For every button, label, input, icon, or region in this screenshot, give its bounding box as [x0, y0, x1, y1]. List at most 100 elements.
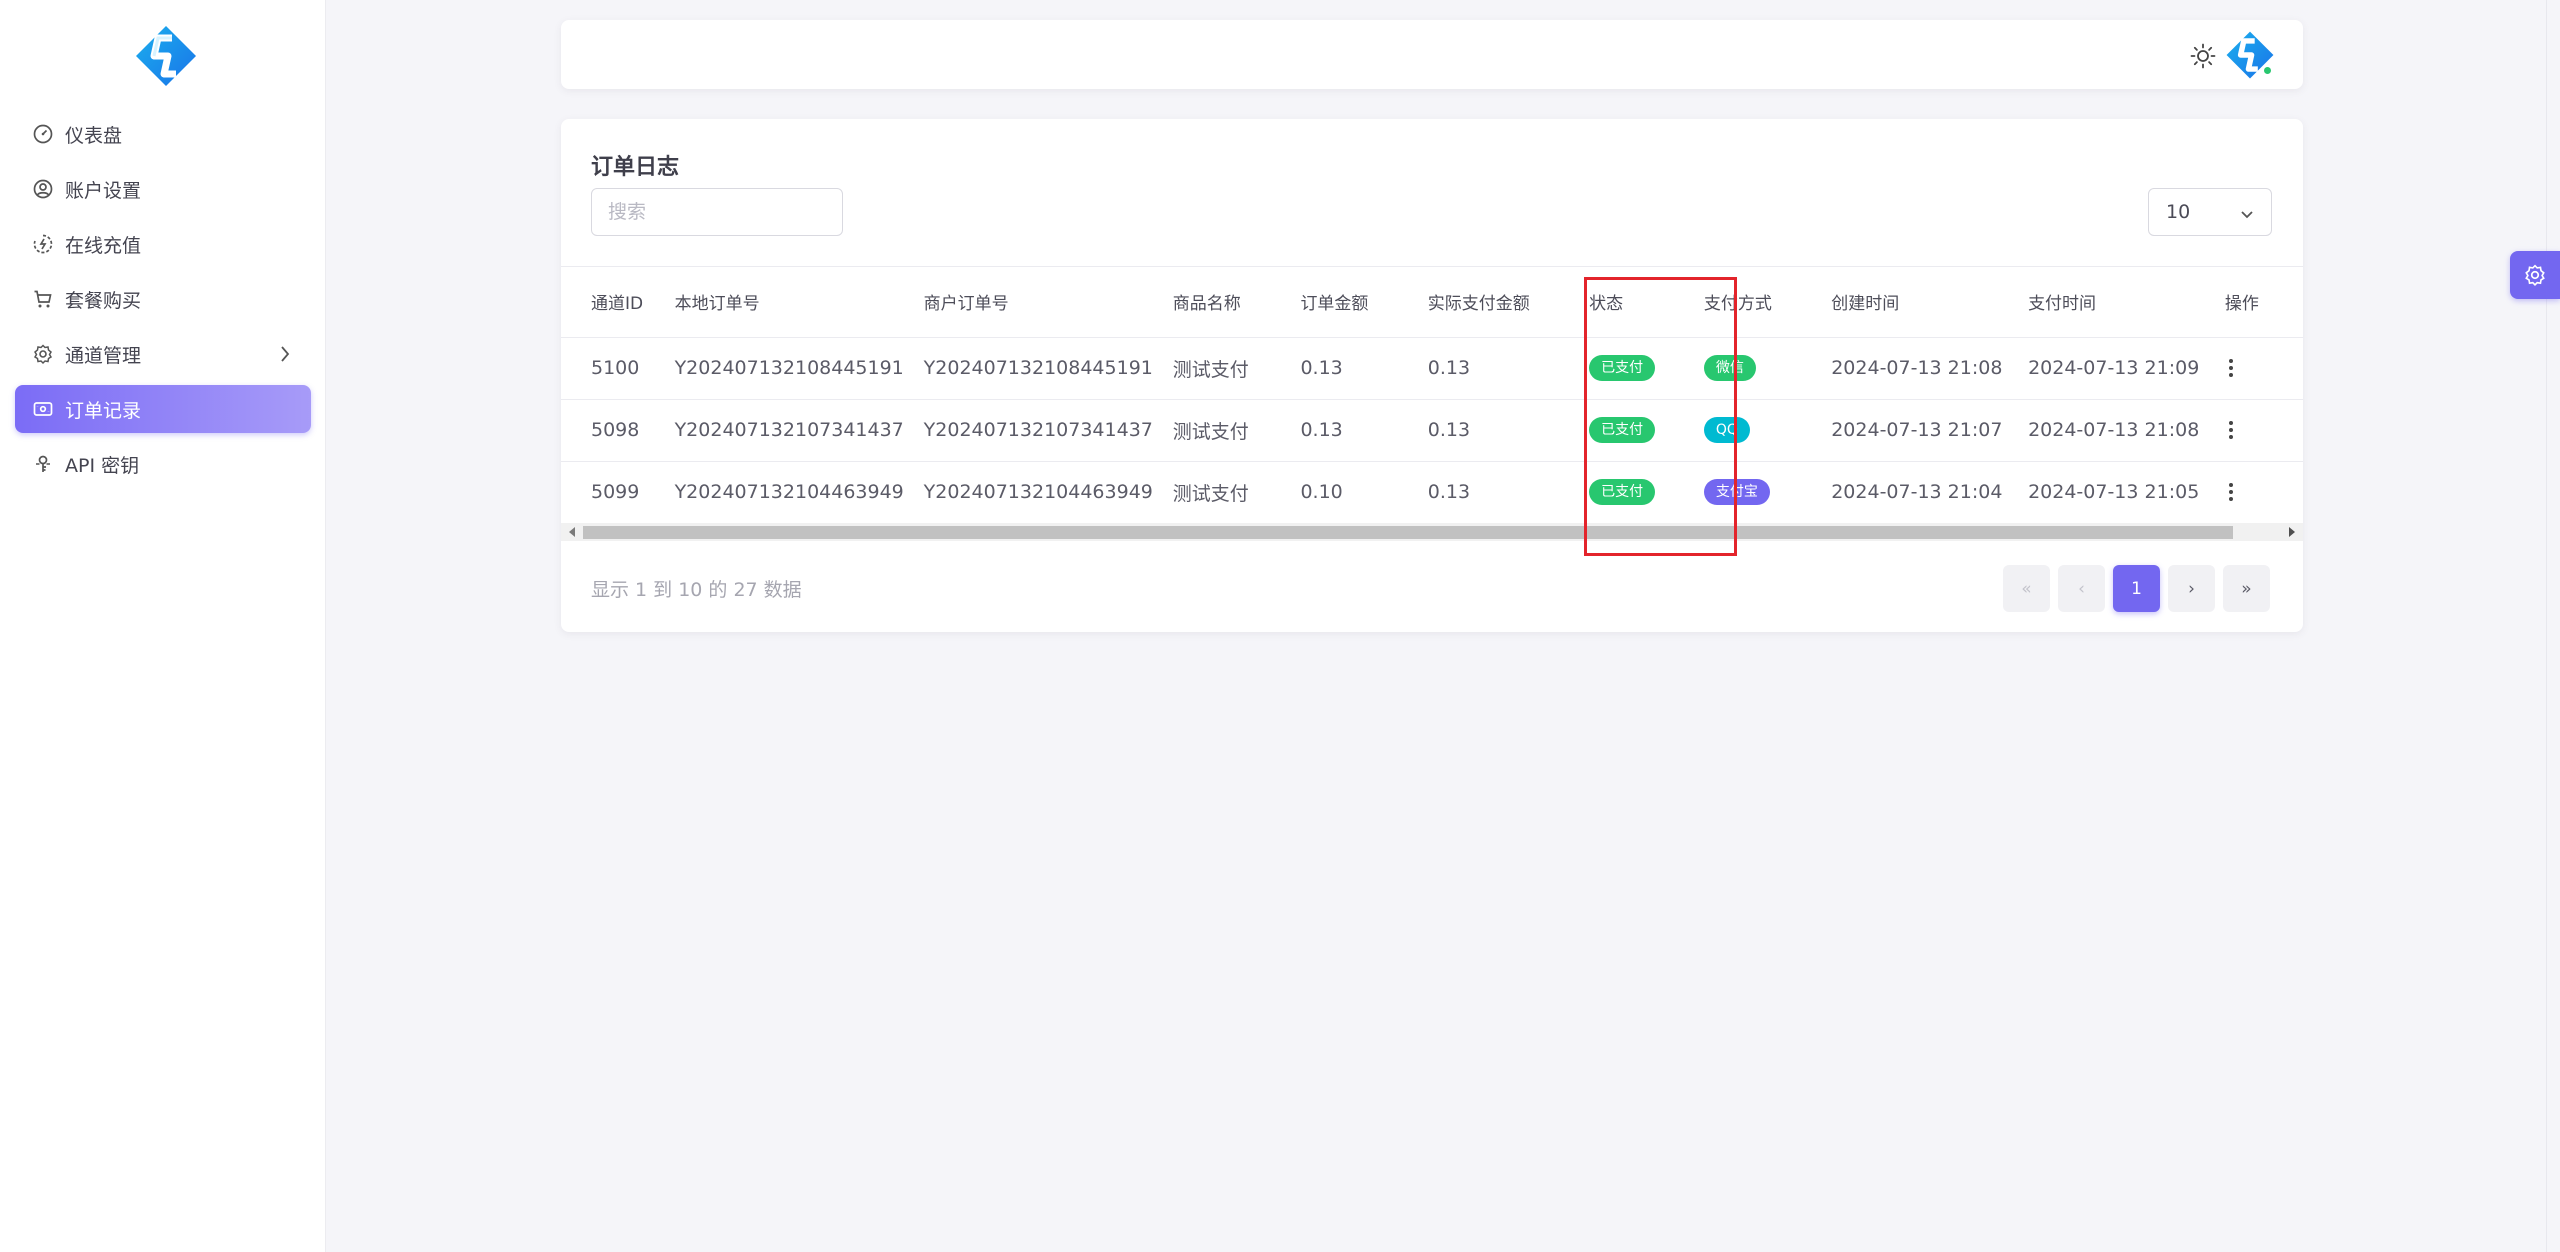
- payment-method-badge: QQ: [1703, 417, 1750, 443]
- theme-toggle-sun-icon[interactable]: [2189, 42, 2217, 70]
- customizer-settings-button[interactable]: [2510, 251, 2560, 299]
- table-row: 5099 Y202407132104463949 Y20240713210446…: [561, 461, 2303, 516]
- chevron-right-icon: [279, 344, 291, 369]
- cell-order-amount: 0.13: [1300, 399, 1428, 462]
- cell-order-amount: 0.10: [1300, 461, 1428, 516]
- sidebar-item-dashboard[interactable]: 仪表盘: [15, 110, 311, 158]
- sidebar-item-channel-management[interactable]: 通道管理: [15, 330, 311, 378]
- more-vertical-icon[interactable]: [2225, 356, 2237, 380]
- pagination-info: 显示 1 到 10 的 27 数据: [591, 579, 802, 601]
- user-avatar[interactable]: [2225, 30, 2275, 80]
- sidebar-item-label: 套餐购买: [65, 289, 142, 312]
- column-header[interactable]: 创建时间: [1831, 267, 2029, 338]
- app-logo[interactable]: [134, 24, 198, 88]
- column-header[interactable]: 实际支付金额: [1427, 267, 1590, 338]
- cell-order-amount: 0.13: [1300, 337, 1428, 400]
- cell-product-name: 测试支付: [1172, 337, 1301, 400]
- page-button-current[interactable]: 1: [2113, 565, 2160, 612]
- sidebar-item-label: API 密钥: [65, 454, 140, 477]
- sidebar-item-package-purchase[interactable]: 套餐购买: [15, 275, 311, 323]
- more-vertical-icon[interactable]: [2225, 418, 2237, 442]
- cell-merchant-order-no: Y202407132104463949: [923, 461, 1173, 516]
- payment-method-badge: 支付宝: [1703, 479, 1770, 505]
- cell-product-name: 测试支付: [1172, 399, 1301, 462]
- chevron-down-icon: [2239, 205, 2255, 227]
- cart-icon: [31, 287, 55, 311]
- sidebar-item-account-settings[interactable]: 账户设置: [15, 165, 311, 213]
- sidebar-item-recharge[interactable]: 在线充值: [15, 220, 311, 268]
- order-log-card: 订单日志 10 通道ID 本地订单号 商户订单号 商品名称 订单金额 实际支付金…: [561, 119, 2303, 632]
- sidebar-item-label: 在线充值: [65, 234, 142, 257]
- column-header[interactable]: 通道ID: [561, 267, 675, 338]
- cell-local-order-no: Y202407132104463949: [674, 461, 924, 516]
- cell-channel-id: 5098: [561, 399, 675, 462]
- table-row: 5098 Y202407132107341437 Y20240713210734…: [561, 399, 2303, 462]
- gear-icon: [2525, 264, 2545, 286]
- column-header[interactable]: 支付方式: [1703, 267, 1832, 338]
- cell-created-time: 2024-07-13 21:08: [1831, 337, 2029, 400]
- sidebar-menu: 仪表盘 账户设置 在线充值 套餐购买 通道管理 订单记录 API 密钥: [15, 110, 311, 495]
- column-header[interactable]: 商户订单号: [923, 267, 1173, 338]
- sidebar: 仪表盘 账户设置 在线充值 套餐购买 通道管理 订单记录 API 密钥: [0, 0, 326, 1252]
- column-header: 操作: [2224, 267, 2303, 338]
- settings-icon: [31, 342, 55, 366]
- scrollbar-thumb[interactable]: [583, 526, 2233, 539]
- first-page-button[interactable]: «: [2003, 565, 2050, 612]
- dashboard-icon: [31, 122, 55, 146]
- cell-paid-time: 2024-07-13 21:08: [2028, 399, 2225, 462]
- cell-created-time: 2024-07-13 21:04: [1831, 461, 2029, 516]
- sidebar-item-label: 通道管理: [65, 344, 142, 367]
- scroll-right-icon[interactable]: [2289, 527, 2295, 537]
- prev-page-button[interactable]: ‹: [2058, 565, 2105, 612]
- table-row: 5100 Y202407132108445191 Y20240713210844…: [561, 337, 2303, 400]
- cell-local-order-no: Y202407132107341437: [674, 399, 924, 462]
- cell-created-time: 2024-07-13 21:07: [1831, 399, 2029, 462]
- right-edge-rail: [2546, 0, 2560, 1252]
- status-badge: 已支付: [1589, 355, 1656, 381]
- cell-paid-time: 2024-07-13 21:05: [2028, 461, 2225, 516]
- cell-paid-amount: 0.13: [1427, 337, 1590, 400]
- payment-method-badge: 微信: [1703, 355, 1756, 381]
- user-circle-icon: [31, 177, 55, 201]
- column-header[interactable]: 商品名称: [1172, 267, 1301, 338]
- orders-table-container: 通道ID 本地订单号 商户订单号 商品名称 订单金额 实际支付金额 状态 支付方…: [561, 266, 2303, 516]
- more-vertical-icon[interactable]: [2225, 480, 2237, 504]
- cash-icon: [31, 397, 55, 421]
- status-badge: 已支付: [1589, 479, 1656, 505]
- column-header[interactable]: 支付时间: [2028, 267, 2225, 338]
- next-page-button[interactable]: ›: [2168, 565, 2215, 612]
- sidebar-item-order-records[interactable]: 订单记录: [15, 385, 311, 433]
- status-badge: 已支付: [1589, 417, 1656, 443]
- sidebar-item-label: 订单记录: [65, 399, 142, 422]
- column-header[interactable]: 本地订单号: [674, 267, 924, 338]
- column-header[interactable]: 状态: [1589, 267, 1704, 338]
- cell-local-order-no: Y202407132108445191: [674, 337, 924, 400]
- cell-merchant-order-no: Y202407132108445191: [923, 337, 1173, 400]
- last-page-button[interactable]: »: [2223, 565, 2270, 612]
- top-navbar: [561, 20, 2303, 89]
- cell-product-name: 测试支付: [1172, 461, 1301, 516]
- column-header[interactable]: 订单金额: [1300, 267, 1428, 338]
- cell-channel-id: 5099: [561, 461, 675, 516]
- cell-channel-id: 5100: [561, 337, 675, 400]
- cell-paid-time: 2024-07-13 21:09: [2028, 337, 2225, 400]
- search-input[interactable]: [591, 188, 843, 236]
- cell-merchant-order-no: Y202407132107341437: [923, 399, 1173, 462]
- page-size-select[interactable]: 10: [2148, 188, 2272, 236]
- logo-icon: [136, 26, 196, 86]
- online-status-dot: [2262, 65, 2273, 76]
- page-size-value: 10: [2166, 201, 2191, 223]
- scroll-left-icon[interactable]: [569, 527, 575, 537]
- sidebar-item-label: 账户设置: [65, 179, 142, 202]
- horizontal-scrollbar[interactable]: [561, 523, 2303, 541]
- recharge-icon: [31, 232, 55, 256]
- card-title: 订单日志: [591, 155, 680, 180]
- cell-paid-amount: 0.13: [1427, 461, 1590, 516]
- cell-paid-amount: 0.13: [1427, 399, 1590, 462]
- pagination: « ‹ 1 › »: [2003, 565, 2270, 612]
- key-icon: [31, 452, 55, 476]
- sidebar-item-label: 仪表盘: [65, 124, 123, 147]
- table-header-row: 通道ID 本地订单号 商户订单号 商品名称 订单金额 实际支付金额 状态 支付方…: [561, 267, 2303, 338]
- sidebar-item-api-key[interactable]: API 密钥: [15, 440, 311, 488]
- orders-table: 通道ID 本地订单号 商户订单号 商品名称 订单金额 实际支付金额 状态 支付方…: [561, 267, 2303, 516]
